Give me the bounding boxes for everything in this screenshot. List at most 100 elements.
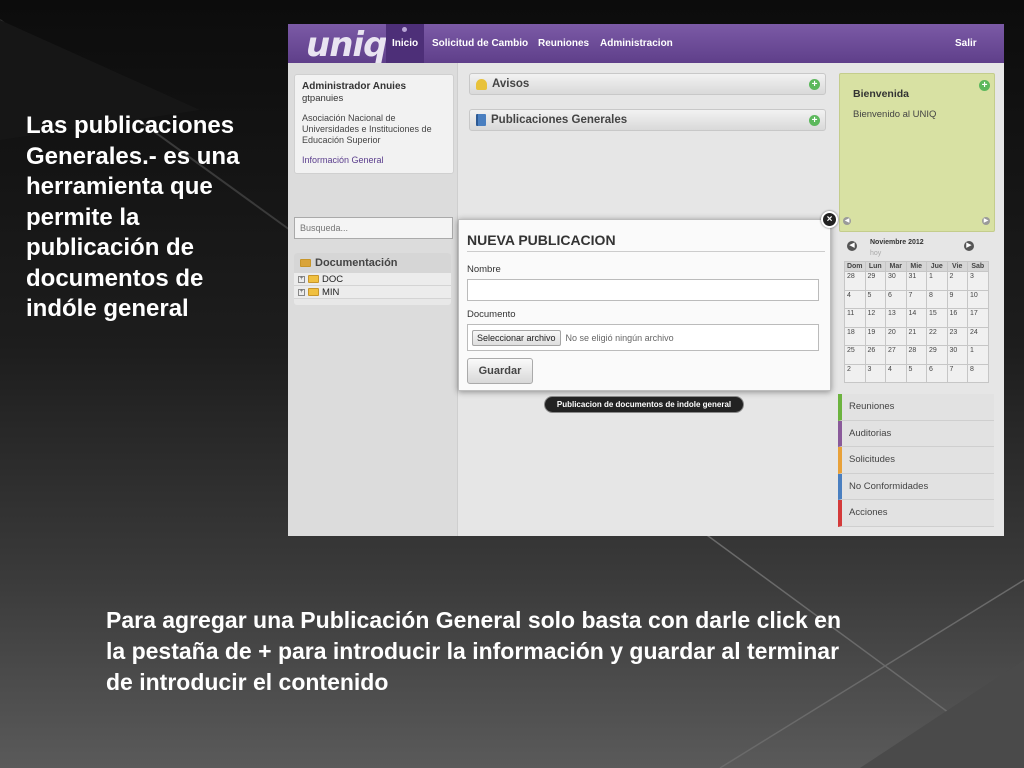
calendar-day[interactable]: 23	[946, 326, 968, 346]
scroll-left-icon[interactable]: ◀	[843, 217, 851, 225]
tree-item-min[interactable]: + MIN	[294, 286, 451, 299]
document-label: Documento	[467, 309, 516, 320]
calendar-day[interactable]: 6	[926, 363, 948, 383]
calendar-week-row: 4 5 6 7 8 9 10	[844, 289, 989, 309]
general-info-link[interactable]: Información General	[302, 155, 446, 165]
calendar-day[interactable]: 5	[905, 363, 927, 383]
calendar-day[interactable]: 27	[885, 345, 907, 365]
add-publicacion-icon[interactable]: +	[809, 115, 820, 126]
menu-item-solicitudes[interactable]: Solicitudes	[838, 447, 994, 474]
calendar-header: ◀ Noviembre 2012 hoy ▶	[845, 237, 975, 261]
scroll-right-icon[interactable]: ▶	[982, 217, 990, 225]
calendar-day[interactable]: 14	[905, 308, 927, 328]
calendar-day[interactable]: 28	[905, 345, 927, 365]
calendar-week-row: 11 12 13 14 15 16 17	[844, 308, 989, 328]
publicaciones-panel[interactable]: Publicaciones Generales +	[469, 109, 826, 131]
add-welcome-icon[interactable]: +	[979, 80, 990, 91]
calendar-day[interactable]: 19	[864, 326, 886, 346]
calendar-day[interactable]: 26	[864, 345, 886, 365]
calendar-day[interactable]: 3	[864, 363, 886, 383]
calendar-day[interactable]: 21	[905, 326, 927, 346]
calendar-day[interactable]: 2	[844, 363, 866, 383]
tooltip: Publicacion de documentos de indole gene…	[544, 396, 744, 413]
nav-reuniones[interactable]: Reuniones	[538, 24, 589, 63]
calendar-day[interactable]: 1	[967, 345, 989, 365]
calendar-next-icon[interactable]: ▶	[964, 241, 974, 251]
tree-item-doc[interactable]: + DOC	[294, 273, 451, 286]
calendar-day[interactable]: 29	[864, 271, 886, 291]
calendar-day[interactable]: 24	[967, 326, 989, 346]
calendar-day[interactable]: 1	[926, 271, 948, 291]
calendar-day[interactable]: 13	[885, 308, 907, 328]
save-button[interactable]: Guardar	[467, 358, 533, 384]
calendar-month: Noviembre 2012	[870, 239, 924, 246]
slide-side-text: Las publicaciones Generales.- es una her…	[26, 112, 240, 322]
calendar-day[interactable]: 2	[946, 271, 968, 291]
documentation-folder-icon	[300, 259, 311, 267]
calendar-day[interactable]: 9	[946, 289, 968, 309]
calendar-day[interactable]: 30	[946, 345, 968, 365]
calendar-day[interactable]: 6	[885, 289, 907, 309]
book-icon	[476, 114, 486, 126]
calendar-day[interactable]: 8	[967, 363, 989, 383]
menu-item-reuniones[interactable]: Reuniones	[838, 394, 994, 421]
calendar-day[interactable]: 17	[967, 308, 989, 328]
calendar-day[interactable]: 3	[967, 271, 989, 291]
calendar-day[interactable]: 7	[946, 363, 968, 383]
calendar-day[interactable]: 10	[967, 289, 989, 309]
calendar-day[interactable]: 18	[844, 326, 866, 346]
left-sidebar: Administrador Anuies gtpanuies Asociació…	[288, 63, 458, 536]
new-publication-modal: NUEVA PUBLICACION Nombre Documento Selec…	[458, 219, 831, 391]
calendar-day[interactable]: 12	[864, 308, 886, 328]
calendar-today-link[interactable]: hoy	[870, 250, 881, 257]
nav-inicio[interactable]: Inicio	[386, 24, 425, 63]
calendar-day[interactable]: 20	[885, 326, 907, 346]
name-input[interactable]	[467, 279, 819, 301]
active-indicator-icon	[402, 27, 407, 32]
calendar-day[interactable]: 15	[926, 308, 948, 328]
weekday-label: Mie	[905, 261, 927, 272]
folder-icon	[308, 275, 319, 283]
weekday-label: Jue	[926, 261, 948, 272]
calendar-day[interactable]: 30	[885, 271, 907, 291]
expand-icon[interactable]: +	[298, 288, 305, 296]
choose-file-button[interactable]: Seleccionar archivo	[472, 329, 561, 346]
calendar-day[interactable]: 22	[926, 326, 948, 346]
close-icon[interactable]: ×	[821, 211, 838, 228]
nav-solicitud-de-cambio[interactable]: Solicitud de Cambio	[432, 24, 528, 63]
user-card: Administrador Anuies gtpanuies Asociació…	[294, 74, 454, 174]
menu-item-no-conformidades[interactable]: No Conformidades	[838, 473, 994, 500]
documentation-header[interactable]: Documentación	[294, 253, 451, 273]
user-organization: Asociación Nacional de Universidades e I…	[302, 113, 432, 145]
calendar-prev-icon[interactable]: ◀	[847, 241, 857, 251]
calendar-day[interactable]: 11	[844, 308, 866, 328]
top-navbar: uniq Inicio Solicitud de Cambio Reunione…	[288, 24, 1004, 65]
add-aviso-icon[interactable]: +	[809, 79, 820, 90]
calendar-day[interactable]: 5	[864, 289, 886, 309]
calendar-day[interactable]: 7	[905, 289, 927, 309]
expand-icon[interactable]: +	[298, 275, 305, 283]
calendar-day[interactable]: 25	[844, 345, 866, 365]
welcome-text: Bienvenido al UNIQ	[853, 109, 937, 120]
avisos-panel[interactable]: Avisos +	[469, 73, 826, 95]
search-input[interactable]	[294, 217, 453, 239]
bell-icon	[476, 78, 487, 90]
calendar-day[interactable]: 16	[946, 308, 968, 328]
menu-item-auditorias[interactable]: Auditorias	[838, 420, 994, 447]
documentation-title: Documentación	[315, 257, 398, 269]
weekday-label: Dom	[844, 261, 866, 272]
weekday-label: Lun	[864, 261, 886, 272]
calendar-day[interactable]: 29	[926, 345, 948, 365]
weekday-label: Sab	[967, 261, 989, 272]
calendar-grid: Dom Lun Mar Mie Jue Vie Sab 28 29 30 31 1 2 3 4…	[844, 261, 989, 383]
file-status: No se eligió ningún archivo	[565, 332, 674, 343]
logout-link[interactable]: Salir	[955, 24, 977, 63]
menu-item-acciones[interactable]: Acciones	[838, 500, 994, 527]
calendar-day[interactable]: 8	[926, 289, 948, 309]
calendar-week-row: 2345678	[844, 363, 989, 383]
calendar-day[interactable]: 4	[885, 363, 907, 383]
calendar-day[interactable]: 4	[844, 289, 866, 309]
nav-administracion[interactable]: Administracion	[600, 24, 673, 63]
calendar-day[interactable]: 31	[905, 271, 927, 291]
calendar-day[interactable]: 28	[844, 271, 866, 291]
